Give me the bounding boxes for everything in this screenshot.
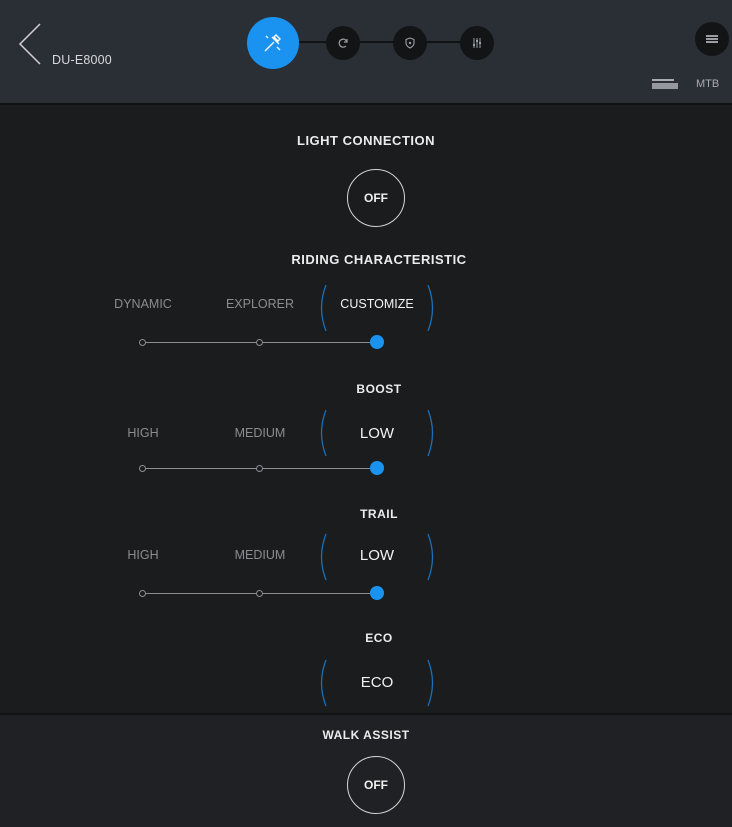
riding-slider-stop[interactable] — [139, 339, 146, 346]
step-navigator — [247, 17, 507, 69]
boost-option-medium[interactable]: MEDIUM — [200, 426, 320, 440]
walk-assist-title: WALK ASSIST — [322, 728, 410, 742]
selection-bracket-left — [320, 409, 327, 457]
menu-button[interactable] — [695, 22, 729, 56]
tools-icon — [264, 34, 281, 52]
selection-bracket-right — [427, 284, 434, 332]
selection-bracket-right — [427, 409, 434, 457]
selection-bracket-left — [320, 659, 327, 707]
boost-slider-stop[interactable] — [256, 465, 263, 472]
step-settings[interactable] — [460, 26, 494, 60]
eco-title: ECO — [365, 631, 393, 645]
step-tools[interactable] — [247, 17, 299, 69]
light-connection-toggle[interactable]: OFF — [347, 169, 405, 227]
trail-option-medium[interactable]: MEDIUM — [200, 548, 320, 562]
back-icon[interactable] — [16, 22, 46, 66]
step-refresh[interactable] — [326, 26, 360, 60]
sliders-icon — [473, 38, 481, 48]
boost-slider-knob[interactable] — [370, 461, 384, 475]
step-shield[interactable] — [393, 26, 427, 60]
selection-bracket-left — [320, 284, 327, 332]
trail-slider-stop[interactable] — [139, 590, 146, 597]
trail-slider-knob[interactable] — [370, 586, 384, 600]
trail-option-low[interactable]: LOW — [317, 547, 437, 564]
step-connector-line — [287, 41, 487, 43]
selection-bracket-left — [320, 533, 327, 581]
walk-assist-toggle[interactable]: OFF — [347, 756, 405, 814]
riding-option-dynamic[interactable]: DYNAMIC — [83, 297, 203, 311]
trail-option-high[interactable]: HIGH — [83, 548, 203, 562]
riding-characteristic-title: RIDING CHARACTERISTIC — [291, 252, 467, 267]
riding-option-customize[interactable]: CUSTOMIZE — [317, 297, 437, 311]
menu-icon — [706, 35, 718, 43]
riding-slider-knob[interactable] — [370, 335, 384, 349]
shimano-steps-logo — [652, 79, 678, 89]
top-bar: DU-E8000 MTB — [0, 0, 732, 105]
riding-option-explorer[interactable]: EXPLORER — [200, 297, 320, 311]
light-connection-title: LIGHT CONNECTION — [297, 133, 435, 148]
trail-title: TRAIL — [360, 507, 398, 521]
brand-badge: MTB — [652, 78, 719, 90]
refresh-icon — [338, 38, 348, 48]
section-divider — [0, 713, 732, 715]
shield-icon — [405, 37, 415, 49]
eco-option[interactable]: ECO — [317, 674, 437, 691]
boost-slider-stop[interactable] — [139, 465, 146, 472]
device-model-label: DU-E8000 — [52, 53, 112, 67]
selection-bracket-right — [427, 659, 434, 707]
boost-option-high[interactable]: HIGH — [83, 426, 203, 440]
bike-mode-label: MTB — [696, 78, 720, 90]
boost-option-low[interactable]: LOW — [317, 425, 437, 442]
selection-bracket-right — [427, 533, 434, 581]
boost-title: BOOST — [356, 382, 402, 396]
trail-slider-stop[interactable] — [256, 590, 263, 597]
riding-slider-stop[interactable] — [256, 339, 263, 346]
